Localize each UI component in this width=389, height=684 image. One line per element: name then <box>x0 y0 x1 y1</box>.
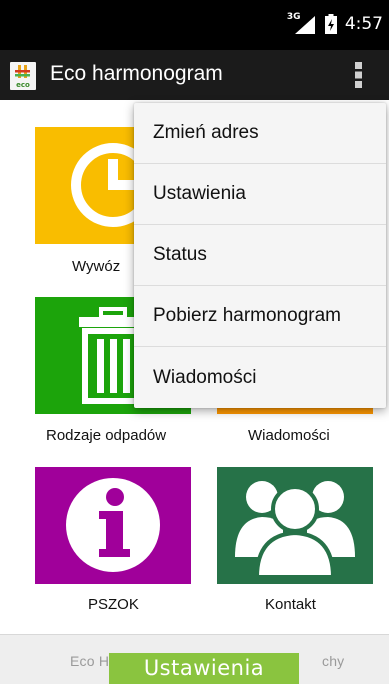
tile-label-wiadomosci: Wiadomości <box>248 427 330 444</box>
battery-icon <box>324 14 337 34</box>
status-bar: 3G 4:57 <box>0 0 389 50</box>
menu-item-status[interactable]: Status <box>134 225 386 286</box>
footer-text-right: chy <box>322 653 345 669</box>
tile-pszok[interactable] <box>35 467 191 584</box>
more-vert-icon[interactable] <box>355 62 363 88</box>
action-bar: eco Eco harmonogram <box>0 50 389 100</box>
status-time: 4:57 <box>344 14 383 34</box>
svg-text:eco: eco <box>16 81 30 89</box>
status-indicators: 3G 4:57 <box>286 12 383 34</box>
footer-text-left: Eco H <box>70 653 110 669</box>
menu-item-ustawienia[interactable]: Ustawienia <box>134 164 386 225</box>
menu-item-wiadomosci[interactable]: Wiadomości <box>134 347 386 408</box>
eco-logo-icon: eco <box>10 62 36 90</box>
info-icon <box>35 467 191 584</box>
tile-kontakt[interactable] <box>217 467 373 584</box>
tile-label-kontakt: Kontakt <box>265 596 316 613</box>
overflow-menu: Zmień adres Ustawienia Status Pobierz ha… <box>134 103 386 408</box>
network-type-label: 3G <box>286 12 301 22</box>
tile-label-rodzaje-odpadow: Rodzaje odpadów <box>46 427 167 444</box>
tile-label-wywoz: Wywóz <box>72 258 121 275</box>
menu-item-zmien-adres[interactable]: Zmień adres <box>134 103 386 164</box>
menu-item-pobierz-harmonogram[interactable]: Pobierz harmonogram <box>134 286 386 347</box>
screen: 3G 4:57 eco Eco harmonogram Wywóz Rodzaj… <box>0 0 389 684</box>
people-icon <box>217 467 373 584</box>
tile-label-pszok: PSZOK <box>88 596 139 613</box>
signal-icon: 3G <box>286 12 317 34</box>
app-title: Eco harmonogram <box>50 62 223 85</box>
toast-message: Ustawienia <box>109 653 299 684</box>
